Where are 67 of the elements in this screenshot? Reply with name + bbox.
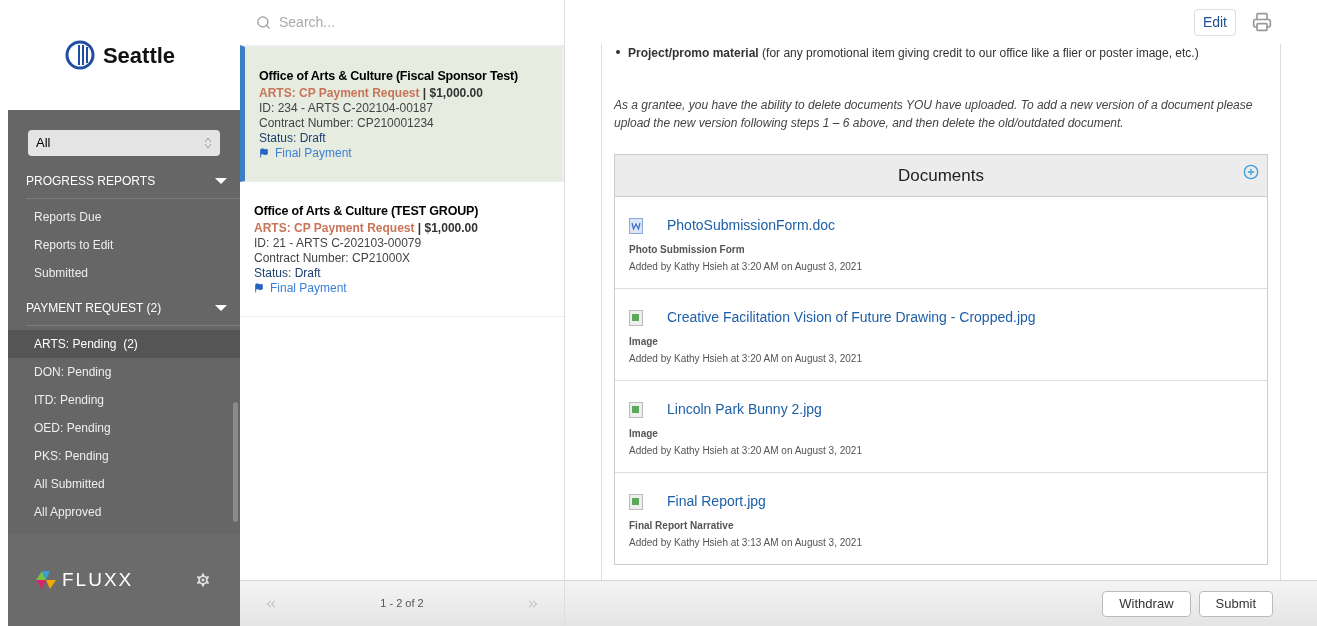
record-type: ARTS: CP Payment Request xyxy=(254,220,415,235)
image-file-icon xyxy=(629,493,643,510)
action-button[interactable]: Submit xyxy=(1198,590,1273,617)
sidebar-item[interactable]: Submitted xyxy=(8,259,240,287)
pager-text: 1 - 2 of 2 xyxy=(380,596,424,612)
document-added: Added by Kathy Hsieh at 3:20 AM on August 3, 2021 xyxy=(629,352,863,366)
document-description: Image xyxy=(629,335,659,349)
document-description: Photo Submission Form xyxy=(629,243,746,257)
image-file-icon xyxy=(629,309,643,326)
document-added: Added by Kathy Hsieh at 3:13 AM on August 3, 2021 xyxy=(629,536,863,550)
record-id: ID: 21 - ARTS C-202103-00079 xyxy=(254,235,423,251)
document-link[interactable]: Creative Facilitation Vision of Future Drawing - Cropped.jpg xyxy=(667,307,1036,328)
sidebar-item[interactable]: All Approved xyxy=(8,498,240,526)
bullet-icon xyxy=(616,50,620,54)
caret-icon[interactable] xyxy=(214,177,228,185)
record-amount: | $1,000.00 xyxy=(422,85,483,100)
document-description: Image xyxy=(629,427,659,441)
record-amount: | $1,000.00 xyxy=(417,220,478,235)
sidebar-item[interactable]: OED: Pending xyxy=(8,414,240,442)
fluxx-logo-icon xyxy=(36,571,56,589)
panel-title: Documents xyxy=(898,164,984,187)
print-icon[interactable] xyxy=(1252,12,1272,32)
sidebar-item[interactable]: ITD: Pending xyxy=(8,386,240,414)
document-link[interactable]: PhotoSubmissionForm.doc xyxy=(667,215,836,236)
search-icon xyxy=(256,15,271,30)
document-link[interactable]: Final Report.jpg xyxy=(667,491,766,512)
sidebar-item[interactable]: Reports Due xyxy=(8,203,240,231)
section-header: PROGRESS REPORTS xyxy=(26,173,156,190)
action-button[interactable]: Withdraw xyxy=(1102,590,1191,617)
brand-name: FLUXX xyxy=(62,567,134,592)
record-card[interactable]: Office of Arts & Culture (Fiscal Sponsor Test) ARTS: CP Payment Request | $1,000.00 ID: 234 - ARTS C-202104-00187 Contract Number: CP210001234 Status: Draft Final Payment xyxy=(240,45,564,182)
bullet-text: Project/promo material (for any promotional item giving credit to our office like a flier or poster image, etc.) xyxy=(628,45,1199,62)
document-added: Added by Kathy Hsieh at 3:20 AM on August 3, 2021 xyxy=(629,260,863,274)
flag-icon xyxy=(254,283,264,293)
note-text: As a grantee, you have the ability to delete documents YOU have uploaded. To add a new version of a document please upload the new version following steps 1 – 6 above, and then delete the old/outdated document. xyxy=(614,97,1254,132)
record-contract: Contract Number: CP210001234 xyxy=(259,115,435,131)
logo-text: Seattle xyxy=(102,41,176,70)
add-icon[interactable] xyxy=(1243,164,1259,180)
record-type: ARTS: CP Payment Request xyxy=(259,85,420,100)
sidebar-item[interactable]: ARTS: Pending (2) xyxy=(8,330,240,358)
word-document-icon xyxy=(629,217,643,234)
scrollbar[interactable] xyxy=(233,402,238,522)
sidebar-item[interactable]: DON: Pending xyxy=(8,358,240,386)
document-added: Added by Kathy Hsieh at 3:20 AM on August 3, 2021 xyxy=(629,444,863,458)
logo-icon xyxy=(64,40,95,70)
document-description: Final Report Narrative xyxy=(629,519,735,533)
image-file-icon xyxy=(629,401,643,418)
sidebar-item[interactable]: PKS: Pending xyxy=(8,442,240,470)
sidebar-item[interactable]: All Submitted xyxy=(8,470,240,498)
filter-select[interactable]: All xyxy=(28,130,220,156)
record-title: Office of Arts & Culture (TEST GROUP) xyxy=(254,202,480,220)
sidebar-item[interactable]: Reports to Edit xyxy=(8,231,240,259)
search-field[interactable]: Search... xyxy=(279,12,548,33)
flag-label: Final Payment xyxy=(270,280,347,296)
record-id: ID: 234 - ARTS C-202104-00187 xyxy=(259,100,434,116)
flag-icon xyxy=(259,148,269,159)
record-contract: Contract Number: CP21000X xyxy=(254,250,412,266)
caret-icon[interactable] xyxy=(214,304,228,312)
record-status: Status: Draft xyxy=(259,130,327,146)
settings-icon[interactable] xyxy=(194,571,212,589)
edit-button[interactable]: Edit xyxy=(1193,8,1236,36)
document-link[interactable]: Lincoln Park Bunny 2.jpg xyxy=(667,399,822,420)
stepper-icon xyxy=(204,137,212,149)
section-header: PAYMENT REQUEST (2) xyxy=(26,300,162,317)
flag-label: Final Payment xyxy=(275,145,352,161)
record-status: Status: Draft xyxy=(254,265,322,281)
record-title: Office of Arts & Culture (Fiscal Sponsor Test) xyxy=(259,68,519,85)
